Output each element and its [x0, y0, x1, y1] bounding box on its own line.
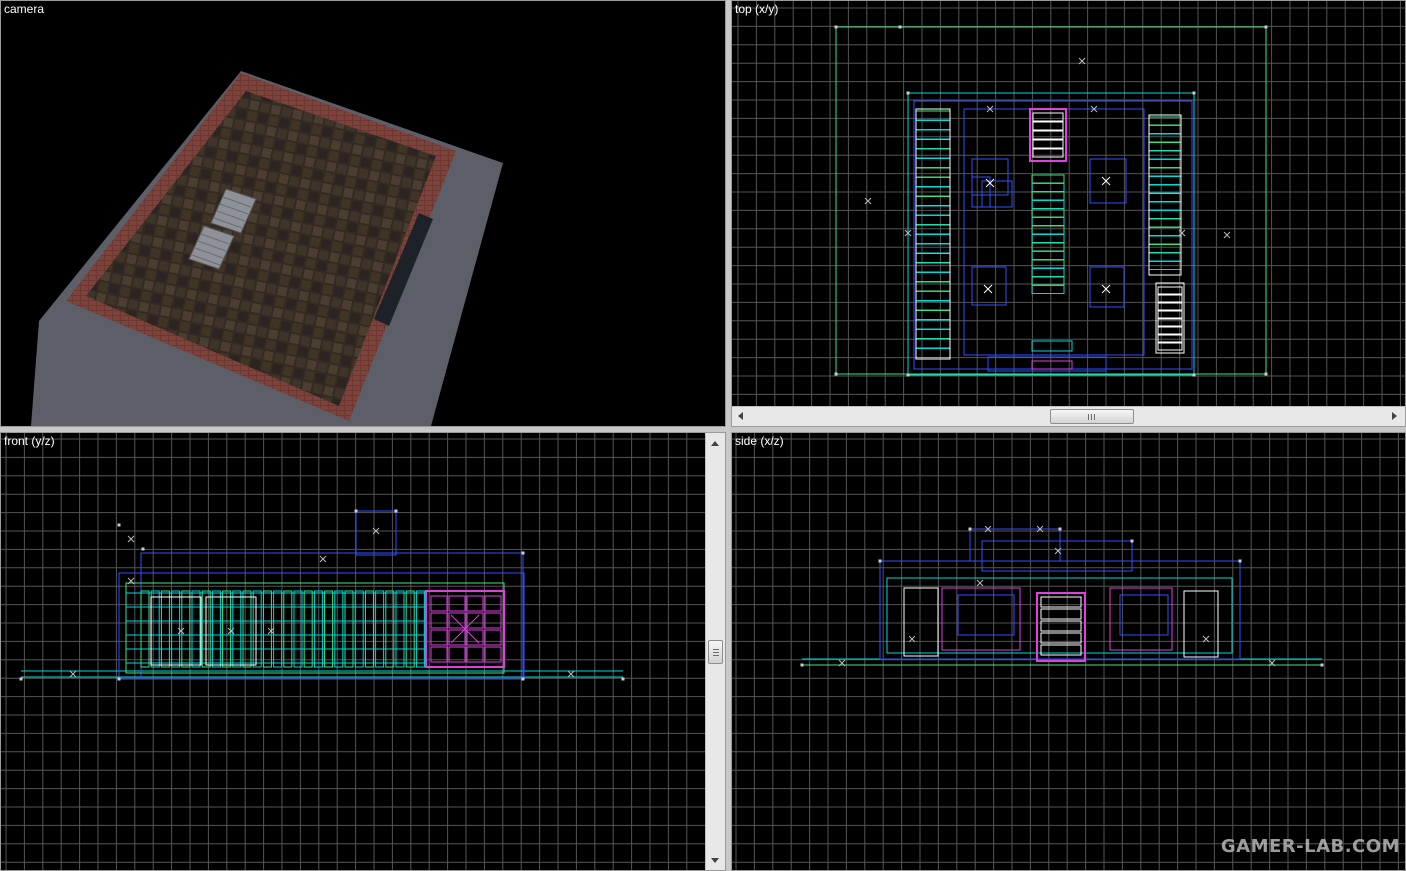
arrow-left-icon[interactable] — [738, 412, 743, 420]
front-scroll-thumb[interactable] — [708, 640, 723, 664]
top-horizontal-scrollbar[interactable] — [732, 406, 1405, 426]
top-viewport[interactable]: top (x/y) — [731, 0, 1406, 427]
viewport-title-front: front (y/z) — [4, 434, 55, 448]
viewport-title-top: top (x/y) — [735, 2, 779, 16]
arrow-right-icon[interactable] — [1392, 412, 1397, 420]
viewport-title-side: side (x/z) — [735, 434, 784, 448]
front-view-grid — [1, 433, 705, 870]
camera-viewport[interactable]: camera — [0, 0, 726, 427]
viewport-title-camera: camera — [4, 2, 45, 16]
top-view-grid — [732, 1, 1405, 406]
front-viewport[interactable]: front (y/z) — [0, 432, 726, 871]
camera-render — [31, 71, 503, 426]
side-view-grid — [732, 433, 1405, 870]
side-viewport[interactable]: side (x/z) — [731, 432, 1406, 871]
top-scroll-thumb[interactable] — [1050, 409, 1134, 424]
arrow-down-icon[interactable] — [711, 858, 719, 863]
watermark-logo: GAMER-LAB.COM — [1220, 836, 1400, 857]
arrow-up-icon[interactable] — [711, 441, 719, 446]
front-vertical-scrollbar[interactable] — [705, 433, 725, 870]
